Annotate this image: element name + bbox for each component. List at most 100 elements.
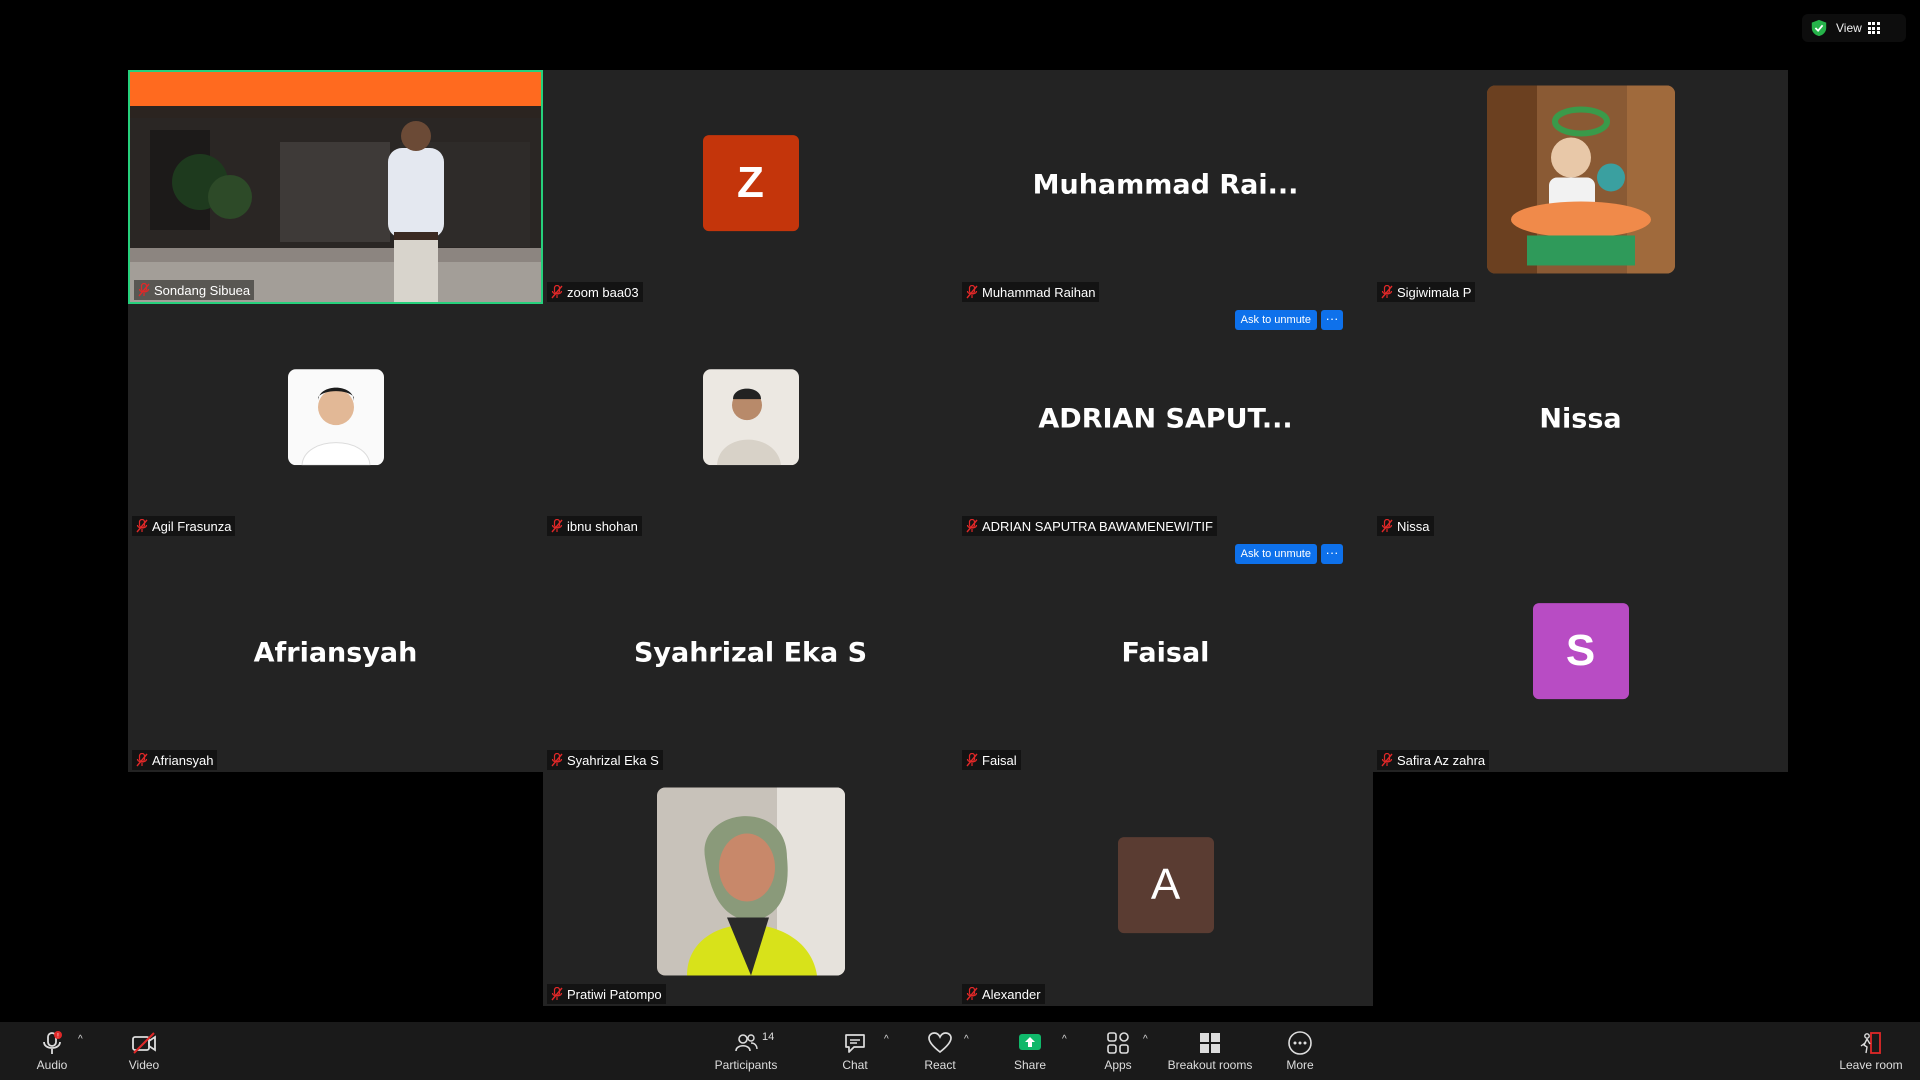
avatar: Z	[702, 135, 799, 232]
react-options-caret[interactable]: ^	[964, 1034, 969, 1045]
leave-room-label: Leave room	[1839, 1058, 1903, 1072]
breakout-rooms-label: Breakout rooms	[1167, 1058, 1253, 1072]
video-tile-pratiwi[interactable]: Pratiwi Patompo	[543, 772, 958, 1006]
video-label: Video	[128, 1058, 160, 1072]
muted-mic-icon	[966, 987, 978, 1001]
nameplate: Agil Frasunza	[132, 516, 236, 536]
share-screen-icon	[1019, 1034, 1041, 1050]
apps-button[interactable]: Apps	[1099, 1022, 1137, 1080]
video-tile-sigiwimala[interactable]: Sigiwimala P	[1373, 70, 1788, 304]
view-control: View	[1802, 14, 1906, 42]
chat-button[interactable]: Chat	[835, 1022, 875, 1080]
video-tile-syahrizal[interactable]: Syahrizal Eka S Syahrizal Eka S	[543, 538, 958, 772]
nameplate: Sigiwimala P	[1377, 282, 1476, 302]
participant-name: ibnu shohan	[567, 518, 638, 534]
participant-video	[130, 72, 541, 302]
view-button[interactable]: View	[1836, 21, 1880, 35]
video-tile-safira[interactable]: S Safira Az zahra	[1373, 538, 1788, 772]
profile-photo	[287, 369, 384, 466]
video-tile-faisal[interactable]: Faisal Faisal	[958, 538, 1373, 772]
breakout-rooms-button[interactable]: Breakout rooms	[1165, 1022, 1255, 1080]
chat-options-caret[interactable]: ^	[884, 1034, 889, 1045]
muted-mic-icon	[136, 753, 148, 767]
muted-mic-icon	[1381, 285, 1393, 299]
video-button[interactable]: Video	[122, 1022, 166, 1080]
heart-icon	[928, 1032, 952, 1054]
muted-mic-icon	[1381, 753, 1393, 767]
react-label: React	[924, 1058, 956, 1072]
profile-photo	[656, 787, 845, 976]
video-tile-ibnu[interactable]: ibnu shohan	[543, 304, 958, 538]
participant-name: zoom baa03	[567, 284, 639, 300]
audio-button[interactable]: ! Audio	[30, 1022, 74, 1080]
video-tile-alexander[interactable]: A Alexander	[958, 772, 1373, 1006]
nameplate: ibnu shohan	[547, 516, 642, 536]
leave-room-button[interactable]: Leave room	[1836, 1022, 1906, 1080]
participant-name: Alexander	[982, 986, 1041, 1002]
ask-to-unmute-button[interactable]: Ask to unmute	[1234, 310, 1317, 330]
participant-name: Nissa	[1397, 518, 1430, 534]
participant-name: Faisal	[982, 752, 1017, 768]
display-name: Nissa	[1539, 403, 1622, 435]
nameplate: zoom baa03	[547, 282, 643, 302]
participants-count: 14	[762, 1031, 775, 1043]
participant-name: Sondang Sibuea	[154, 282, 251, 298]
avatar: S	[1532, 603, 1629, 700]
muted-mic-icon	[1381, 519, 1393, 533]
muted-mic-icon	[966, 519, 978, 533]
muted-mic-icon	[551, 519, 563, 533]
video-tile-nissa[interactable]: Nissa Nissa	[1373, 304, 1788, 538]
participant-name: Agil Frasunza	[152, 518, 232, 534]
video-tile-sondang[interactable]: Sondang Sibuea	[128, 70, 543, 304]
nameplate: Syahrizal Eka S	[547, 750, 663, 770]
muted-mic-icon	[966, 285, 978, 299]
more-options-button[interactable]: ···	[1321, 544, 1343, 564]
more-label: More	[1286, 1058, 1314, 1072]
nameplate: Pratiwi Patompo	[547, 984, 666, 1004]
video-off-icon	[132, 1032, 156, 1054]
nameplate: Faisal	[962, 750, 1021, 770]
react-button[interactable]: React	[920, 1022, 960, 1080]
more-button[interactable]: More	[1280, 1022, 1320, 1080]
participants-icon	[735, 1034, 758, 1052]
gallery-grid-icon	[1867, 22, 1880, 34]
video-tile-zoom-baa03[interactable]: Z zoom baa03	[543, 70, 958, 304]
breakout-rooms-icon	[1200, 1033, 1220, 1053]
video-tile-adrian[interactable]: ADRIAN SAPUT... ADRIAN SAPUTRA BAWAMENEW…	[958, 304, 1373, 564]
share-button[interactable]: Share	[1010, 1022, 1050, 1080]
security-shield-icon[interactable]	[1810, 19, 1828, 37]
share-label: Share	[1013, 1058, 1047, 1072]
participant-name: Pratiwi Patompo	[567, 986, 662, 1002]
video-tile-muhammad-raihan[interactable]: Muhammad Rai... Muhammad Raihan Ask to u…	[958, 70, 1373, 330]
chat-bubble-icon	[845, 1034, 865, 1053]
display-name: Faisal	[1121, 637, 1210, 669]
audio-options-caret[interactable]: ^	[78, 1034, 83, 1045]
video-tile-agil[interactable]: Agil Frasunza	[128, 304, 543, 538]
participant-name: Syahrizal Eka S	[567, 752, 659, 768]
audio-label: Audio	[36, 1058, 68, 1072]
view-label: View	[1836, 21, 1862, 35]
display-name: Afriansyah	[253, 637, 418, 669]
share-options-caret[interactable]: ^	[1062, 1034, 1067, 1045]
avatar: A	[1117, 837, 1214, 934]
muted-microphone-icon: !	[43, 1031, 62, 1054]
nameplate: ADRIAN SAPUTRA BAWAMENEWI/TIF	[962, 516, 1217, 536]
more-dots-icon	[1288, 1031, 1312, 1055]
video-tile-afriansyah[interactable]: Afriansyah Afriansyah	[128, 538, 543, 772]
meeting-toolbar: ! Audio ^ Video Participants 14 Chat ^ R…	[0, 1022, 1920, 1080]
display-name: ADRIAN SAPUT...	[1038, 403, 1293, 435]
participant-name: Afriansyah	[152, 752, 214, 768]
ask-unmute-group: Ask to unmute ···	[1234, 544, 1343, 564]
apps-options-caret[interactable]: ^	[1143, 1034, 1148, 1045]
leave-door-icon	[1860, 1032, 1881, 1054]
muted-mic-icon	[551, 753, 563, 767]
participant-name: Sigiwimala P	[1397, 284, 1472, 300]
ask-to-unmute-button[interactable]: Ask to unmute	[1234, 544, 1317, 564]
more-options-button[interactable]: ···	[1321, 310, 1343, 330]
nameplate: Nissa	[1377, 516, 1434, 536]
participant-name: ADRIAN SAPUTRA BAWAMENEWI/TIF	[982, 518, 1213, 534]
profile-photo	[702, 369, 799, 466]
display-name: Syahrizal Eka S	[633, 637, 868, 669]
muted-mic-icon	[551, 285, 563, 299]
ask-unmute-group: Ask to unmute ···	[1234, 310, 1343, 330]
